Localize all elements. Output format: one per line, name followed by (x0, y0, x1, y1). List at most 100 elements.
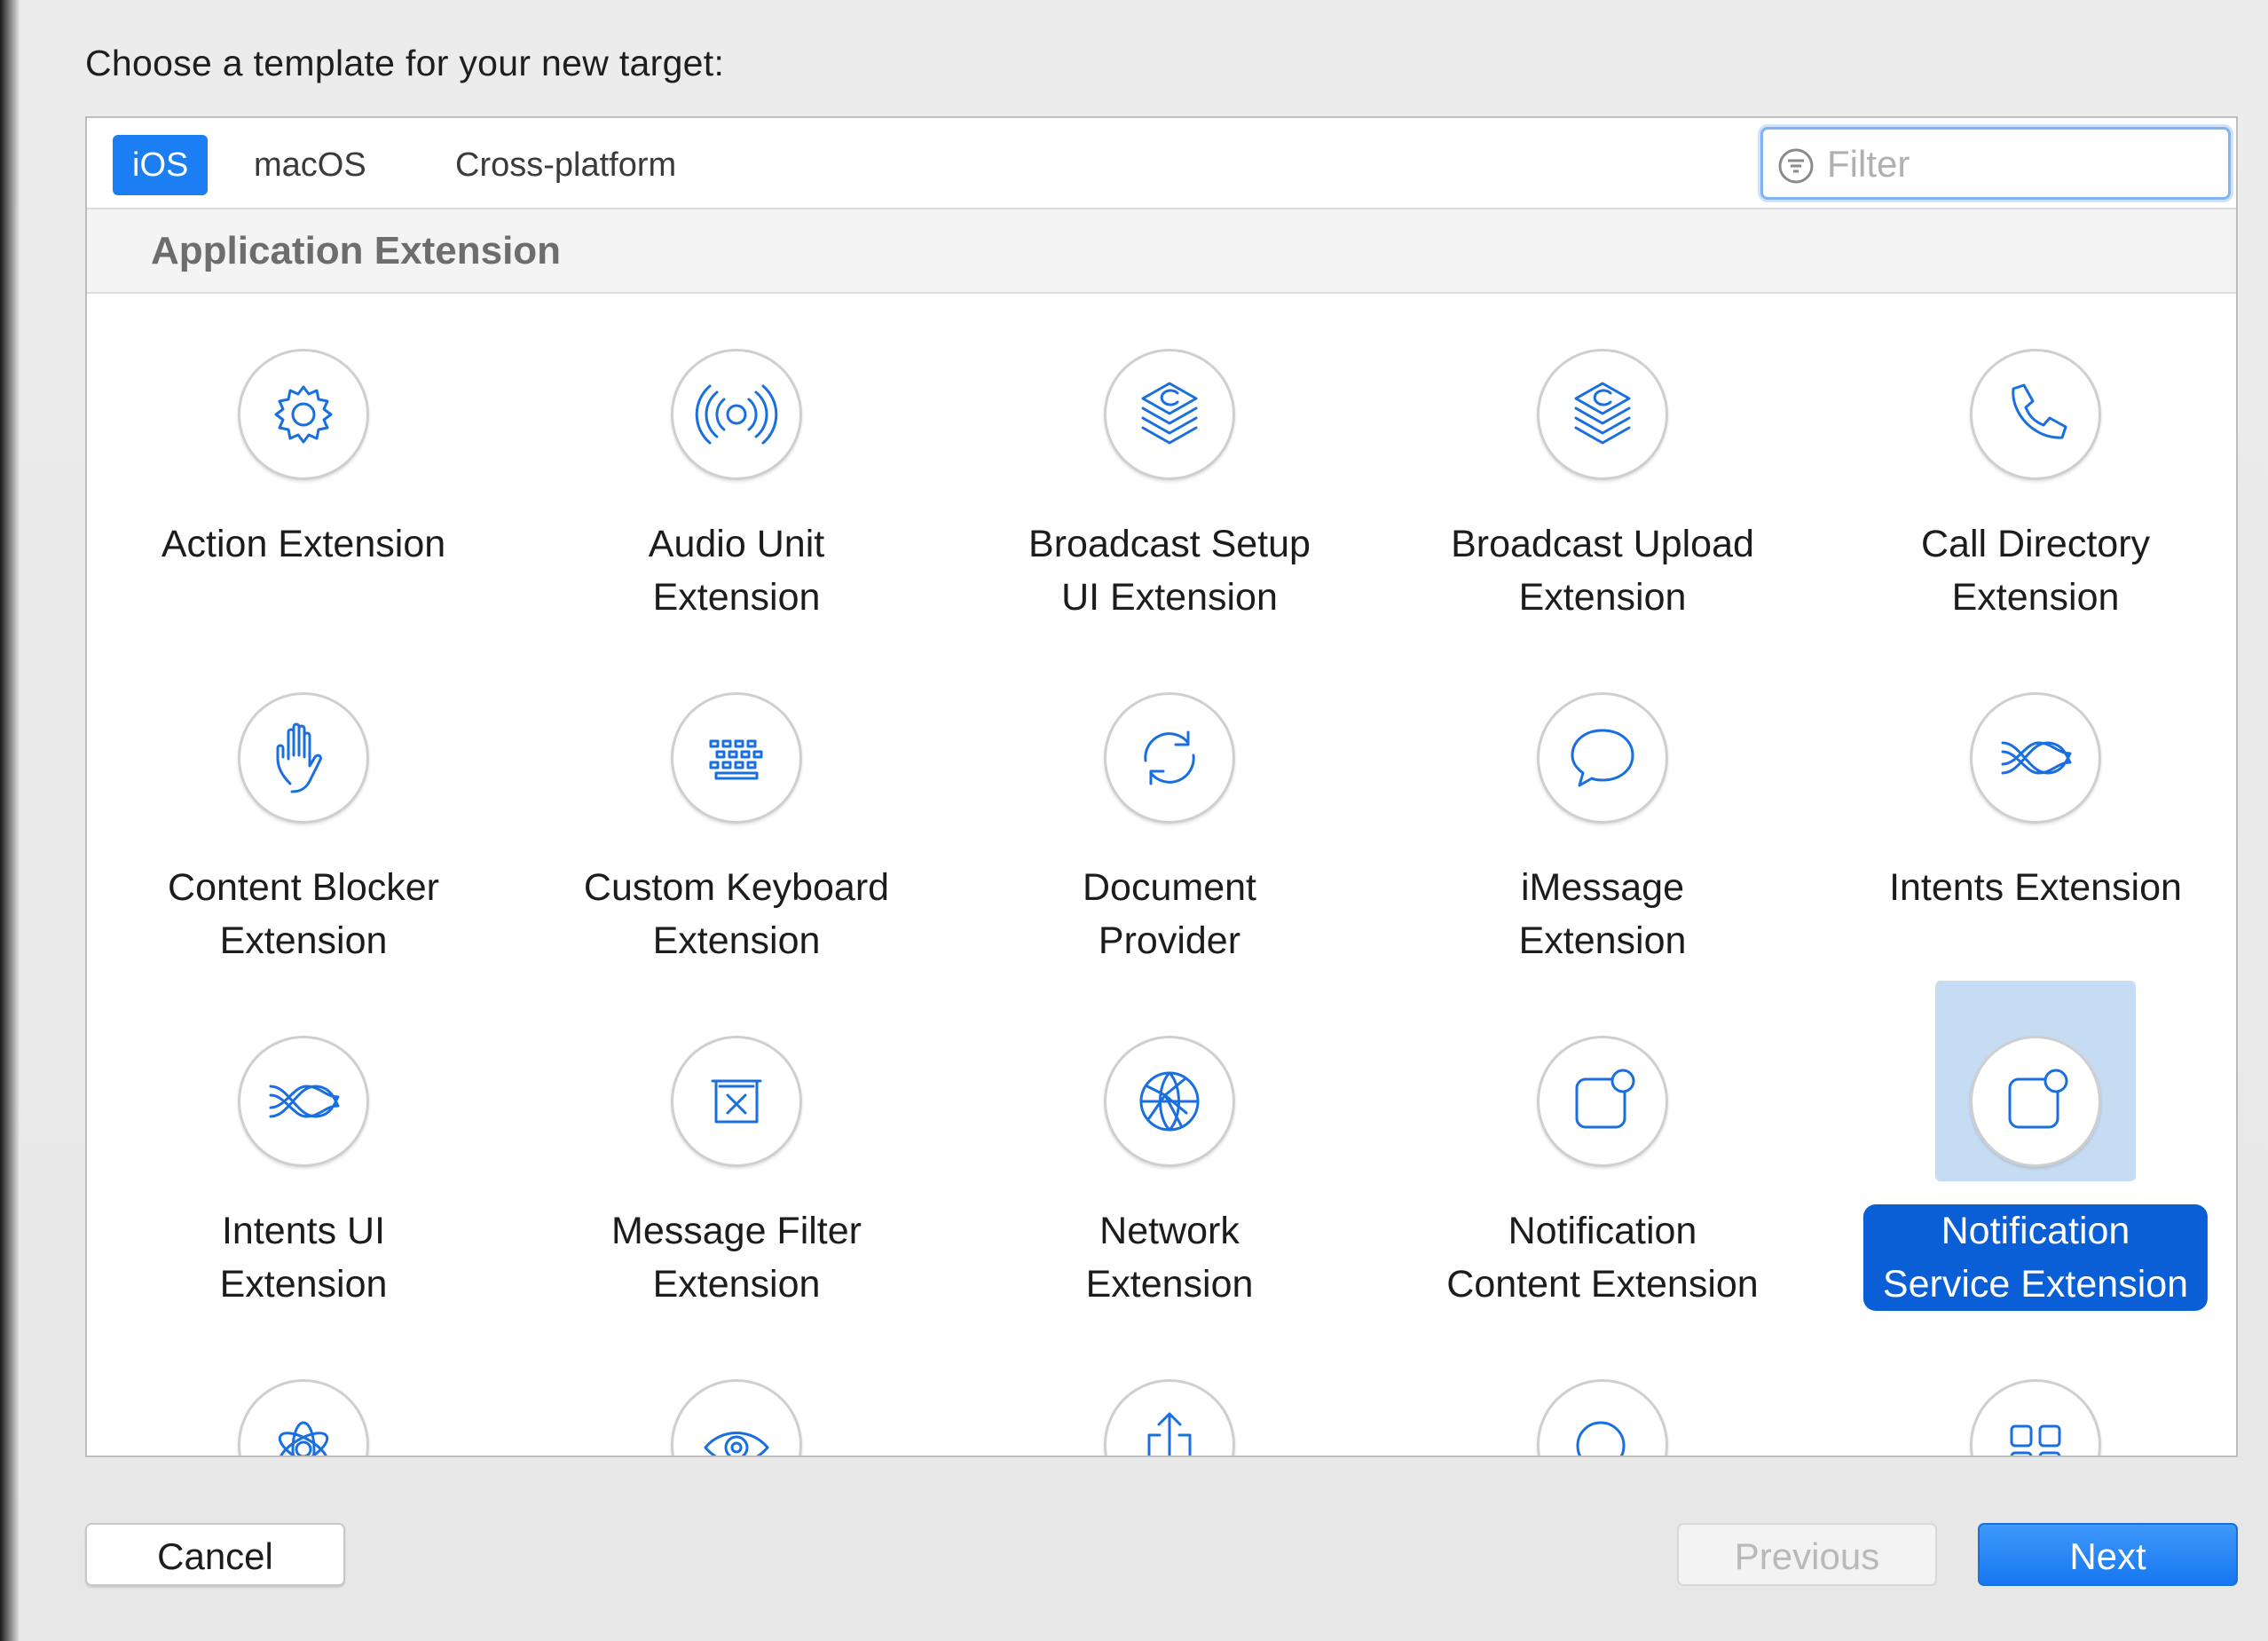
template-icon-frame (671, 692, 802, 824)
cancel-button[interactable]: Cancel (85, 1523, 345, 1586)
grid-squares-icon (2010, 1424, 2061, 1456)
template-label-line: Broadcast Upload (1451, 523, 1754, 565)
template-item[interactable]: Message Filter Extension (520, 991, 953, 1335)
speech-bubble-icon (1571, 729, 1634, 787)
template-item[interactable] (87, 1335, 520, 1456)
template-label-line: Content Blocker (168, 866, 439, 909)
template-label: Call Directory Extension (1903, 517, 2168, 624)
template-label-line: Extension (219, 919, 388, 962)
template-label-line: Provider (1098, 919, 1241, 962)
template-label-line: Notification (1508, 1210, 1697, 1252)
template-label-line: Custom Keyboard (583, 866, 890, 909)
template-label-line: Broadcast Setup (1028, 523, 1311, 565)
template-label: iMessage Extension (1501, 861, 1705, 967)
globe-network-icon (1139, 1071, 1200, 1132)
template-icon-frame (1104, 1036, 1235, 1167)
template-item[interactable] (953, 1335, 1386, 1456)
template-label-line: Intents Extension (1889, 866, 2182, 909)
template-panel: iOS macOS Cross-platform Application Ext… (85, 116, 2238, 1457)
tab-cross-platform[interactable]: Cross-platform (436, 135, 696, 195)
template-item[interactable]: Notification Service Extension (1819, 981, 2236, 1335)
template-icon-frame (1970, 1379, 2101, 1456)
window-edge (0, 0, 20, 1641)
template-item[interactable]: Intents UI Extension (87, 991, 520, 1335)
template-item[interactable]: Document Provider (953, 648, 1386, 991)
keyboard-icon (709, 739, 763, 780)
template-label: Content Blocker Extension (150, 861, 457, 967)
prompt-title: Choose a template for your new target: (85, 43, 725, 83)
filter-field[interactable] (1760, 127, 2231, 200)
template-icon-frame (1537, 692, 1668, 824)
template-item[interactable]: Broadcast Upload Extension (1386, 304, 1819, 648)
section-header: Application Extension (87, 209, 2236, 294)
template-icon-frame (1537, 349, 1668, 480)
template-label: Broadcast Upload Extension (1433, 517, 1772, 624)
template-item[interactable] (520, 1335, 953, 1456)
notification-icon (2008, 1069, 2068, 1129)
template-label-line: Notification (1941, 1210, 2130, 1252)
filter-box-icon (711, 1079, 762, 1124)
template-item[interactable]: Audio Unit Extension (520, 304, 953, 648)
template-label-line: Intents UI (221, 1210, 386, 1252)
template-label-line: Extension (652, 576, 821, 619)
flower-icon (278, 1421, 329, 1456)
template-item[interactable]: Content Blocker Extension (87, 648, 520, 991)
template-icon-frame (238, 1036, 369, 1167)
template-icon-frame (1970, 349, 2101, 480)
template-item[interactable]: Broadcast Setup UI Extension (953, 304, 1386, 648)
template-label: Intents Extension (1871, 861, 2200, 914)
template-label-line: Extension (219, 1263, 388, 1306)
template-label-line: Call Directory (1920, 523, 2151, 565)
intents-waves-icon (2001, 741, 2072, 775)
template-label: Network Extension (1068, 1204, 1272, 1311)
tab-macos[interactable]: macOS (234, 135, 386, 195)
template-label: Audio Unit Extension (631, 517, 842, 624)
hand-icon (276, 722, 322, 793)
broadcast-stack-icon (1141, 382, 1198, 445)
platform-tab-bar: iOS macOS Cross-platform (87, 118, 2236, 209)
notification-icon (1575, 1069, 1635, 1129)
audio-waves-icon (695, 384, 778, 445)
previous-button[interactable]: Previous (1677, 1523, 1937, 1586)
template-icon-frame (671, 1036, 802, 1167)
template-label-line: Extension (652, 919, 821, 962)
template-icon-frame (1537, 1379, 1668, 1456)
template-label: Action Extension (144, 517, 463, 571)
template-icon-frame (1104, 1379, 1235, 1456)
template-item[interactable]: Action Extension (87, 304, 520, 648)
template-label: Intents UI Extension (202, 1204, 406, 1311)
template-label-line: UI Extension (1061, 576, 1278, 619)
template-label: Broadcast Setup UI Extension (1011, 517, 1328, 624)
gear-icon (274, 385, 333, 444)
template-item[interactable]: Call Directory Extension (1819, 304, 2236, 648)
template-icon-frame (238, 349, 369, 480)
template-label-line: Message Filter (611, 1210, 862, 1252)
template-label: Notification Service Extension (1862, 1204, 2209, 1311)
filter-input[interactable] (1825, 137, 2219, 192)
template-icon-frame (238, 692, 369, 824)
template-item[interactable]: iMessage Extension (1386, 648, 1819, 991)
template-item[interactable]: Intents Extension (1819, 648, 2236, 991)
template-item[interactable]: Notification Content Extension (1386, 991, 1819, 1335)
template-grid: Action Extension Audio Unit Extension Broad… (87, 294, 2236, 1456)
template-label-line: Audio Unit (648, 523, 825, 565)
template-icon-frame (671, 349, 802, 480)
template-item[interactable]: Custom Keyboard Extension (520, 648, 953, 991)
filter-icon (1778, 148, 1814, 184)
template-label-line: Document (1083, 866, 1256, 909)
magnifier-icon (1576, 1421, 1626, 1456)
template-label-line: Content Extension (1446, 1263, 1759, 1306)
next-button[interactable]: Next (1978, 1523, 2238, 1586)
template-item[interactable] (1386, 1335, 1819, 1456)
template-icon-frame (1104, 692, 1235, 824)
template-icon-frame (238, 1379, 369, 1456)
template-item[interactable]: Network Extension (953, 991, 1386, 1335)
tab-ios[interactable]: iOS (113, 135, 209, 195)
template-label: Notification Content Extension (1429, 1204, 1776, 1311)
template-label-line: Extension (1518, 919, 1687, 962)
template-chooser-sheet: Choose a template for your new target: i… (0, 0, 2268, 1641)
template-item[interactable] (1819, 1335, 2236, 1456)
broadcast-stack-icon (1574, 382, 1631, 445)
template-label-line: Service Extension (1882, 1263, 2189, 1306)
template-label: Message Filter Extension (594, 1204, 879, 1311)
